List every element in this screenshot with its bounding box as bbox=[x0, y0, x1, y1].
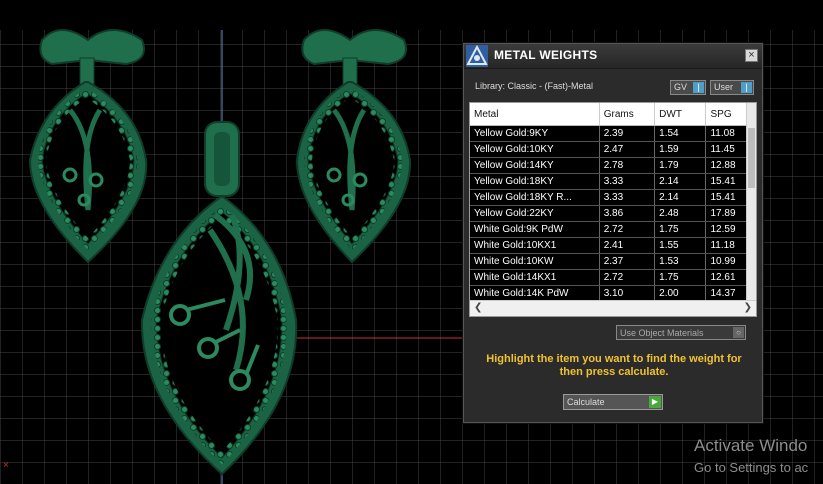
metal-cell: White Gold:10KX1 bbox=[470, 237, 600, 254]
dwt-cell: 1.54 bbox=[654, 125, 707, 142]
object-materials-label: Use Object Materials bbox=[620, 328, 704, 338]
dwt-cell: 1.79 bbox=[654, 157, 707, 174]
table-row[interactable]: Yellow Gold:18KY 3.33 2.14 15.41 bbox=[470, 173, 756, 190]
dropdown-icon: ○ bbox=[733, 327, 744, 338]
dialog-title-bar[interactable]: METAL WEIGHTS × bbox=[464, 44, 762, 69]
instruction-text: Highlight the item you want to find the … bbox=[486, 353, 742, 378]
grams-cell: 2.72 bbox=[599, 221, 656, 238]
grams-cell: 2.78 bbox=[599, 157, 656, 174]
dwt-cell: 1.75 bbox=[654, 221, 707, 238]
grams-cell: 2.72 bbox=[599, 269, 656, 286]
table-row[interactable]: Yellow Gold:14KY 2.78 1.79 12.88 bbox=[470, 157, 756, 174]
library-label: Library: Classic - (Fast)-Metal bbox=[475, 81, 594, 91]
grams-cell: 3.33 bbox=[599, 173, 656, 190]
column-header-grams[interactable]: Grams bbox=[599, 103, 656, 126]
table-row[interactable]: Yellow Gold:10KY 2.47 1.59 11.45 bbox=[470, 141, 756, 158]
table-row[interactable]: White Gold:9K PdW 2.72 1.75 12.59 bbox=[470, 221, 756, 238]
metal-cell: Yellow Gold:18KY bbox=[470, 173, 600, 190]
metal-cell: Yellow Gold:10KY bbox=[470, 141, 600, 158]
table-row[interactable]: Yellow Gold:18KY R... 3.33 2.14 15.41 bbox=[470, 189, 756, 206]
scrollbar-thumb[interactable] bbox=[748, 128, 755, 188]
column-header-metal[interactable]: Metal bbox=[470, 103, 600, 126]
grams-cell: 2.41 bbox=[599, 237, 656, 254]
dwt-cell: 1.55 bbox=[654, 237, 707, 254]
dwt-cell: 1.53 bbox=[654, 253, 707, 270]
grams-cell: 3.86 bbox=[599, 205, 656, 222]
play-icon: ▶ bbox=[649, 396, 661, 408]
metal-table: Metal Grams DWT SPG Yellow Gold:9KY 2.39… bbox=[469, 102, 757, 317]
svg-text:×: × bbox=[3, 460, 9, 471]
dialog-title: METAL WEIGHTS bbox=[494, 48, 598, 62]
grams-cell: 2.39 bbox=[599, 125, 656, 142]
table-header-row: Metal Grams DWT SPG bbox=[470, 103, 756, 126]
activation-watermark-subtitle: Go to Settings to ac bbox=[694, 460, 809, 475]
table-row[interactable]: White Gold:10KW 2.37 1.53 10.99 bbox=[470, 253, 756, 270]
gv-toggle-label: GV bbox=[674, 82, 688, 92]
column-header-dwt[interactable]: DWT bbox=[654, 103, 707, 126]
grams-cell: 2.47 bbox=[599, 141, 656, 158]
metal-cell: Yellow Gold:22KY bbox=[470, 205, 600, 222]
metal-cell: Yellow Gold:14KY bbox=[470, 157, 600, 174]
gv-toggle[interactable]: GV | bbox=[670, 80, 706, 95]
toggle-indicator-icon: | bbox=[693, 82, 704, 93]
calculate-button[interactable]: Calculate ▶ bbox=[563, 394, 663, 410]
scroll-left-icon[interactable]: ❮ bbox=[474, 302, 482, 313]
grams-cell: 2.37 bbox=[599, 253, 656, 270]
grams-cell: 3.33 bbox=[599, 189, 656, 206]
metal-weights-dialog: METAL WEIGHTS × Library: Classic - (Fast… bbox=[463, 43, 763, 423]
table-row[interactable]: White Gold:10KX1 2.41 1.55 11.18 bbox=[470, 237, 756, 254]
toggle-indicator-icon: | bbox=[741, 82, 752, 93]
calculate-label: Calculate bbox=[567, 397, 605, 407]
dwt-cell: 1.59 bbox=[654, 141, 707, 158]
metal-cell: Yellow Gold:18KY R... bbox=[470, 189, 600, 206]
table-row[interactable]: White Gold:14KX1 2.72 1.75 12.61 bbox=[470, 269, 756, 286]
table-vertical-scrollbar[interactable] bbox=[746, 103, 756, 301]
metal-cell: White Gold:9K PdW bbox=[470, 221, 600, 238]
user-toggle[interactable]: User | bbox=[710, 80, 754, 95]
dwt-cell: 2.14 bbox=[654, 189, 707, 206]
dwt-cell: 2.48 bbox=[654, 205, 707, 222]
table-row[interactable]: Yellow Gold:22KY 3.86 2.48 17.89 bbox=[470, 205, 756, 222]
table-row[interactable]: Yellow Gold:9KY 2.39 1.54 11.08 bbox=[470, 125, 756, 142]
table-horizontal-scrollbar[interactable]: ❮ ❯ bbox=[470, 300, 756, 316]
activation-watermark-title: Activate Windo bbox=[694, 436, 808, 455]
dwt-cell: 2.14 bbox=[654, 173, 707, 190]
metal-cell: White Gold:14KX1 bbox=[470, 269, 600, 286]
use-object-materials-dropdown[interactable]: Use Object Materials ○ bbox=[616, 325, 746, 340]
app-logo-icon bbox=[466, 45, 488, 67]
close-icon[interactable]: × bbox=[745, 49, 758, 62]
metal-cell: White Gold:10KW bbox=[470, 253, 600, 270]
metal-cell: Yellow Gold:9KY bbox=[470, 125, 600, 142]
dwt-cell: 1.75 bbox=[654, 269, 707, 286]
user-toggle-label: User bbox=[714, 82, 734, 92]
scroll-right-icon[interactable]: ❯ bbox=[744, 302, 752, 313]
